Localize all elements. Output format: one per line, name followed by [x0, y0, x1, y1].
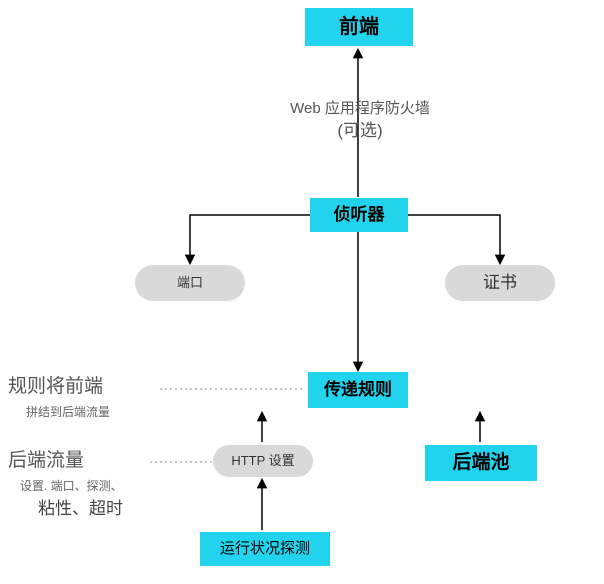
listener-node: 侦听器	[310, 198, 408, 232]
waf-line1: Web 应用程序防火墙	[290, 100, 430, 117]
side1-big: 规则将前端	[8, 376, 103, 397]
cert-node: 证书	[445, 265, 555, 301]
side2-sub: 粘性、超时	[38, 499, 123, 518]
waf-line2: (可选)	[337, 121, 382, 140]
side2-small: 设置. 端口、探测、	[20, 479, 123, 493]
side-note-backend: 后端流量 设置. 端口、探测、 粘性、超时	[8, 448, 198, 521]
side2-big: 后端流量	[8, 450, 84, 471]
side-note-rule: 规则将前端 拼结到后端流量	[8, 374, 188, 423]
http-settings-node: HTTP 设置	[213, 445, 313, 477]
rule-node: 传递规则	[308, 372, 408, 408]
backend-pool-node: 后端池	[425, 445, 537, 481]
waf-label: Web 应用程序防火墙 (可选)	[250, 98, 470, 143]
frontend-node: 前端	[305, 8, 413, 46]
side1-small: 拼结到后端流量	[26, 405, 110, 419]
probe-node: 运行状况探测	[200, 532, 330, 566]
port-node: 端口	[135, 265, 245, 301]
